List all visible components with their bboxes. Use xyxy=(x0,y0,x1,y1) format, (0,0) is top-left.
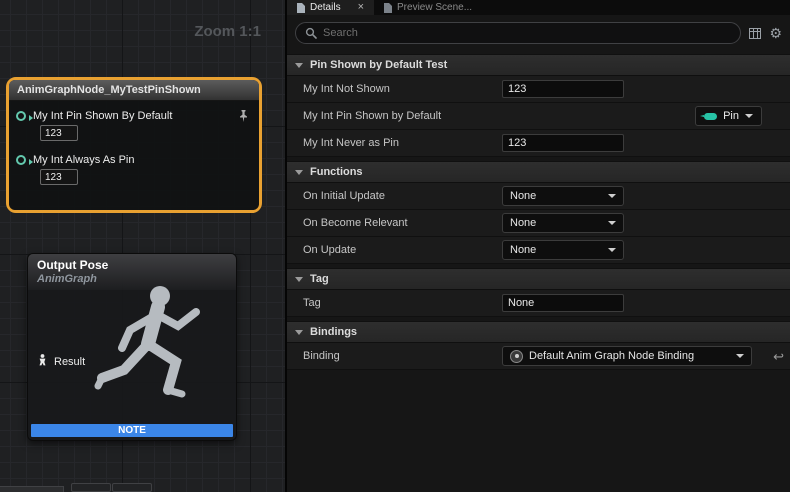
property-label: My Int Never as Pin xyxy=(303,137,502,149)
property-row: My Int Never as Pin xyxy=(287,130,790,157)
pin-toggle-icon xyxy=(238,110,249,122)
unreal-editor-window: Zoom 1:1 AnimGraphNode_MyTestPinShown My… xyxy=(0,0,790,492)
node-title: Output Pose xyxy=(37,258,227,272)
section-title: Pin Shown by Default Test xyxy=(310,59,447,71)
partial-node xyxy=(71,483,111,492)
on-initial-update-dropdown[interactable]: None xyxy=(502,186,624,206)
chevron-down-icon xyxy=(608,221,616,225)
partial-node xyxy=(112,483,152,492)
search-icon xyxy=(305,27,317,39)
anim-graph-test-node[interactable]: AnimGraphNode_MyTestPinShown My Int Pin … xyxy=(6,77,262,213)
revert-icon[interactable]: ↩ xyxy=(773,350,784,363)
property-label: On Update xyxy=(303,244,502,256)
pin-value-input[interactable] xyxy=(40,125,78,141)
dropdown-value: Pin xyxy=(723,110,739,122)
chevron-down-icon xyxy=(608,248,616,252)
document-icon xyxy=(297,3,305,13)
tab-preview-scene[interactable]: Preview Scene... xyxy=(374,0,482,15)
property-row: On Become Relevant None xyxy=(287,210,790,237)
chevron-down-icon xyxy=(295,277,303,282)
on-become-relevant-dropdown[interactable]: None xyxy=(502,213,624,233)
node-pin-row: My Int Always As Pin xyxy=(16,154,249,166)
node-pin-row: My Int Pin Shown By Default xyxy=(16,110,249,122)
binding-class-icon xyxy=(510,350,523,363)
section-header-functions[interactable]: Functions xyxy=(287,161,790,183)
settings-icon[interactable]: ⚙ xyxy=(769,26,782,40)
property-row: Tag xyxy=(287,290,790,317)
close-icon[interactable]: × xyxy=(358,2,364,13)
on-update-dropdown[interactable]: None xyxy=(502,240,624,260)
tab-label: Details xyxy=(310,2,341,13)
section-header-pin-shown[interactable]: Pin Shown by Default Test xyxy=(287,54,790,76)
chevron-down-icon xyxy=(295,170,303,175)
pose-pin-icon[interactable] xyxy=(37,353,48,371)
tag-input[interactable] xyxy=(502,294,624,312)
property-label: Binding xyxy=(303,350,502,362)
search-input[interactable] xyxy=(323,27,731,39)
property-row: My Int Pin Shown by Default Pin xyxy=(287,103,790,130)
int-pin-icon[interactable] xyxy=(16,111,26,121)
view-options-icon[interactable] xyxy=(749,28,761,39)
property-row: On Initial Update None xyxy=(287,183,790,210)
dropdown-value: None xyxy=(510,244,536,256)
search-box[interactable] xyxy=(295,22,741,44)
partial-node xyxy=(0,486,64,492)
note-banner: NOTE xyxy=(31,424,233,437)
property-label: Tag xyxy=(303,297,502,309)
result-pin-row: Result xyxy=(37,353,85,371)
section-title: Tag xyxy=(310,273,329,285)
chevron-down-icon xyxy=(745,114,753,118)
chevron-down-icon xyxy=(608,194,616,198)
property-row: Binding Default Anim Graph Node Binding … xyxy=(287,343,790,370)
search-row: ⚙ xyxy=(287,15,790,50)
property-label: My Int Pin Shown by Default xyxy=(303,110,502,122)
mannequin-preview xyxy=(76,280,236,432)
chevron-down-icon xyxy=(295,63,303,68)
dropdown-value: None xyxy=(510,190,536,202)
section-header-bindings[interactable]: Bindings xyxy=(287,321,790,343)
section-title: Functions xyxy=(310,166,363,178)
tab-details[interactable]: Details × xyxy=(287,0,374,15)
property-label: My Int Not Shown xyxy=(303,83,502,95)
property-label: On Initial Update xyxy=(303,190,502,202)
zoom-level-label: Zoom 1:1 xyxy=(194,23,261,40)
pin-value-input[interactable] xyxy=(40,169,78,185)
output-pose-node[interactable]: Output Pose AnimGraph xyxy=(27,253,237,441)
pin-label: My Int Always As Pin xyxy=(33,154,134,166)
pin-visibility-dropdown[interactable]: Pin xyxy=(695,106,762,126)
dropdown-value: Default Anim Graph Node Binding xyxy=(529,350,694,362)
tab-bar: Details × Preview Scene... xyxy=(287,0,790,15)
chevron-down-icon xyxy=(295,330,303,335)
property-label: On Become Relevant xyxy=(303,217,502,229)
chevron-down-icon xyxy=(736,354,744,358)
section-title: Bindings xyxy=(310,326,357,338)
property-row: My Int Not Shown xyxy=(287,76,790,103)
node-title: AnimGraphNode_MyTestPinShown xyxy=(9,80,259,101)
my-int-never-as-pin-input[interactable] xyxy=(502,134,624,152)
property-row: On Update None xyxy=(287,237,790,264)
details-panel: Details × Preview Scene... ⚙ xyxy=(285,0,790,492)
dropdown-value: None xyxy=(510,217,536,229)
result-pin-label: Result xyxy=(54,356,85,368)
document-icon xyxy=(384,3,392,13)
pin-icon xyxy=(704,113,717,120)
my-int-not-shown-input[interactable] xyxy=(502,80,624,98)
tab-label: Preview Scene... xyxy=(397,2,472,13)
int-pin-icon[interactable] xyxy=(16,155,26,165)
pin-label: My Int Pin Shown By Default xyxy=(33,110,172,122)
anim-graph-canvas[interactable]: Zoom 1:1 AnimGraphNode_MyTestPinShown My… xyxy=(0,0,285,492)
section-header-tag[interactable]: Tag xyxy=(287,268,790,290)
binding-dropdown[interactable]: Default Anim Graph Node Binding xyxy=(502,346,752,366)
